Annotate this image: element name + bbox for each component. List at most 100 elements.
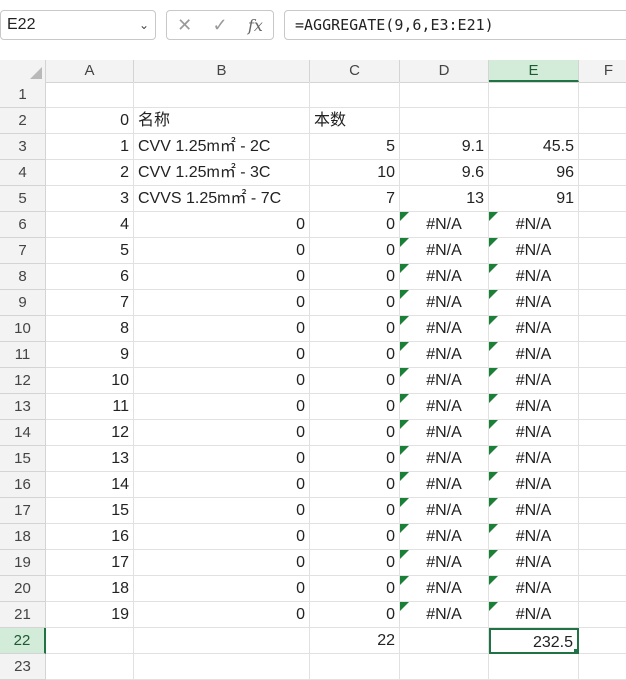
error-indicator-icon[interactable]: [489, 316, 498, 325]
cell-A2[interactable]: 0: [46, 108, 134, 134]
cell-F15[interactable]: [579, 446, 626, 472]
cell-C22[interactable]: 22: [310, 628, 400, 654]
cell-F2[interactable]: [579, 108, 626, 134]
cell-E8[interactable]: #N/A: [489, 264, 579, 290]
row-header-4[interactable]: 4: [0, 160, 46, 186]
cell-B16[interactable]: 0: [134, 472, 310, 498]
cell-A4[interactable]: 2: [46, 160, 134, 186]
cell-E3[interactable]: 45.5: [489, 134, 579, 160]
cell-F13[interactable]: [579, 394, 626, 420]
cell-E10[interactable]: #N/A: [489, 316, 579, 342]
cell-A22[interactable]: [46, 628, 134, 654]
cell-A7[interactable]: 5: [46, 238, 134, 264]
cell-B13[interactable]: 0: [134, 394, 310, 420]
row-header-10[interactable]: 10: [0, 316, 46, 342]
cell-E13[interactable]: #N/A: [489, 394, 579, 420]
cell-E21[interactable]: #N/A: [489, 602, 579, 628]
error-indicator-icon[interactable]: [400, 576, 409, 585]
error-indicator-icon[interactable]: [489, 472, 498, 481]
column-header-D[interactable]: D: [400, 60, 489, 82]
cell-C13[interactable]: 0: [310, 394, 400, 420]
cell-D13[interactable]: #N/A: [400, 394, 489, 420]
cell-A15[interactable]: 13: [46, 446, 134, 472]
cell-A14[interactable]: 12: [46, 420, 134, 446]
error-indicator-icon[interactable]: [489, 264, 498, 273]
cell-A12[interactable]: 10: [46, 368, 134, 394]
cell-E14[interactable]: #N/A: [489, 420, 579, 446]
cell-F22[interactable]: [579, 628, 626, 654]
cell-C16[interactable]: 0: [310, 472, 400, 498]
cell-B5[interactable]: CVVS 1.25m㎡ - 7C: [134, 186, 310, 212]
error-indicator-icon[interactable]: [400, 212, 409, 221]
cell-A1[interactable]: [46, 82, 134, 108]
cell-E16[interactable]: #N/A: [489, 472, 579, 498]
cell-A8[interactable]: 6: [46, 264, 134, 290]
cell-F1[interactable]: [579, 82, 626, 108]
cell-B23[interactable]: [134, 654, 310, 680]
cell-C5[interactable]: 7: [310, 186, 400, 212]
cell-B19[interactable]: 0: [134, 550, 310, 576]
cell-A10[interactable]: 8: [46, 316, 134, 342]
row-header-17[interactable]: 17: [0, 498, 46, 524]
cell-F11[interactable]: [579, 342, 626, 368]
cell-C23[interactable]: [310, 654, 400, 680]
cell-B1[interactable]: [134, 82, 310, 108]
error-indicator-icon[interactable]: [489, 420, 498, 429]
cell-E11[interactable]: #N/A: [489, 342, 579, 368]
error-indicator-icon[interactable]: [489, 342, 498, 351]
row-header-15[interactable]: 15: [0, 446, 46, 472]
cell-A9[interactable]: 7: [46, 290, 134, 316]
row-header-2[interactable]: 2: [0, 108, 46, 134]
cell-B8[interactable]: 0: [134, 264, 310, 290]
cell-D18[interactable]: #N/A: [400, 524, 489, 550]
cell-F16[interactable]: [579, 472, 626, 498]
cell-D23[interactable]: [400, 654, 489, 680]
cell-F14[interactable]: [579, 420, 626, 446]
error-indicator-icon[interactable]: [400, 342, 409, 351]
error-indicator-icon[interactable]: [489, 212, 498, 221]
cell-B21[interactable]: 0: [134, 602, 310, 628]
cell-C10[interactable]: 0: [310, 316, 400, 342]
column-header-E[interactable]: E: [489, 60, 579, 82]
cell-F18[interactable]: [579, 524, 626, 550]
cell-F4[interactable]: [579, 160, 626, 186]
cell-C19[interactable]: 0: [310, 550, 400, 576]
cell-C14[interactable]: 0: [310, 420, 400, 446]
row-header-19[interactable]: 19: [0, 550, 46, 576]
cell-F21[interactable]: [579, 602, 626, 628]
cell-F12[interactable]: [579, 368, 626, 394]
error-indicator-icon[interactable]: [400, 238, 409, 247]
error-indicator-icon[interactable]: [489, 290, 498, 299]
cell-D3[interactable]: 9.1: [400, 134, 489, 160]
row-header-13[interactable]: 13: [0, 394, 46, 420]
cell-D9[interactable]: #N/A: [400, 290, 489, 316]
cell-A13[interactable]: 11: [46, 394, 134, 420]
cell-C18[interactable]: 0: [310, 524, 400, 550]
cell-C2[interactable]: 本数: [310, 108, 400, 134]
error-indicator-icon[interactable]: [489, 602, 498, 611]
cell-F23[interactable]: [579, 654, 626, 680]
cell-B22[interactable]: [134, 628, 310, 654]
error-indicator-icon[interactable]: [400, 420, 409, 429]
cell-B11[interactable]: 0: [134, 342, 310, 368]
cell-A18[interactable]: 16: [46, 524, 134, 550]
error-indicator-icon[interactable]: [400, 368, 409, 377]
formula-input[interactable]: =AGGREGATE(9,6,E3:E21): [284, 10, 626, 40]
cell-B18[interactable]: 0: [134, 524, 310, 550]
cell-D21[interactable]: #N/A: [400, 602, 489, 628]
cell-B9[interactable]: 0: [134, 290, 310, 316]
cell-D12[interactable]: #N/A: [400, 368, 489, 394]
row-header-20[interactable]: 20: [0, 576, 46, 602]
cell-C1[interactable]: [310, 82, 400, 108]
row-header-8[interactable]: 8: [0, 264, 46, 290]
cell-A16[interactable]: 14: [46, 472, 134, 498]
cell-C12[interactable]: 0: [310, 368, 400, 394]
cell-E6[interactable]: #N/A: [489, 212, 579, 238]
cell-A6[interactable]: 4: [46, 212, 134, 238]
error-indicator-icon[interactable]: [400, 316, 409, 325]
cell-C17[interactable]: 0: [310, 498, 400, 524]
cell-B12[interactable]: 0: [134, 368, 310, 394]
name-box[interactable]: E22 ⌄: [0, 10, 156, 40]
error-indicator-icon[interactable]: [489, 498, 498, 507]
cell-D1[interactable]: [400, 82, 489, 108]
